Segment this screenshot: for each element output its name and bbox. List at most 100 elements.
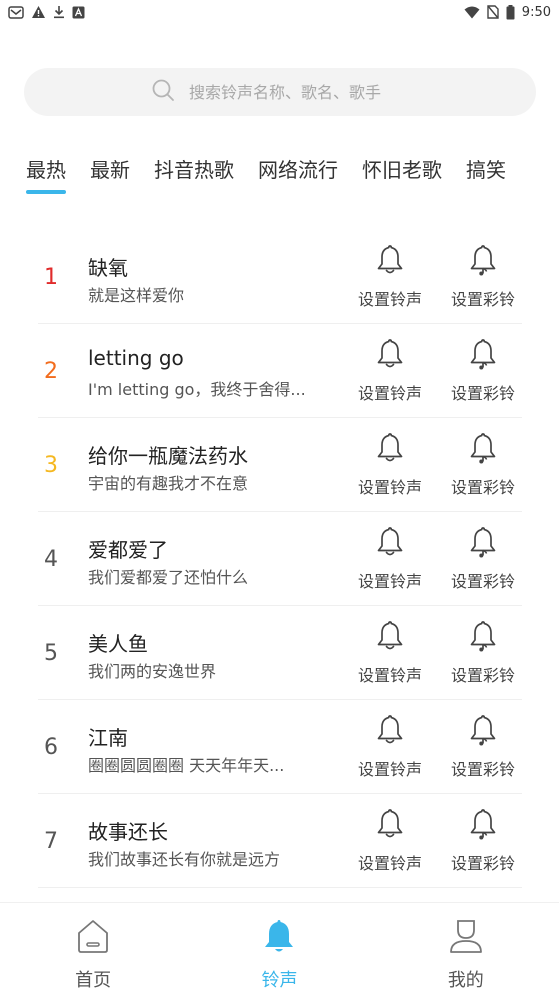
set-ringtone-label: 设置铃声 [357,384,422,403]
search-bar[interactable] [24,68,536,116]
music-bell-icon [468,620,498,656]
bell-icon [375,620,405,656]
bell-icon [375,526,405,562]
rank-number: 7 [44,828,58,854]
rank-number: 3 [44,452,58,478]
set-crbt-button[interactable]: 设置彩铃 [443,620,523,686]
set-crbt-label: 设置彩铃 [450,572,515,591]
no-sim-icon [487,5,499,19]
app-icon [72,6,85,19]
bell-icon [375,338,405,374]
song-lyric: 我们两的安逸世界 [88,662,217,681]
set-crbt-label: 设置彩铃 [450,760,515,779]
bell-icon [375,714,405,750]
set-crbt-button[interactable]: 设置彩铃 [443,808,523,874]
set-ringtone-label: 设置铃声 [357,854,422,873]
set-crbt-label: 设置彩铃 [450,290,515,309]
user-icon [447,917,485,960]
category-tabs: 最热 最新 抖音热歌 网络流行 怀旧老歌 搞笑 [26,152,559,202]
status-right: 9:50 [464,4,551,20]
song-title: 缺氧 [88,256,128,280]
set-ringtone-label: 设置铃声 [357,666,422,685]
rank-number: 4 [44,546,58,572]
music-bell-icon [468,244,498,280]
tab-funny[interactable]: 搞笑 [466,152,506,198]
list-item[interactable]: 1 缺氧就是这样爱你 设置铃声 设置彩铃 [38,230,522,324]
set-ringtone-button[interactable]: 设置铃声 [350,244,430,310]
set-crbt-button[interactable]: 设置彩铃 [443,714,523,780]
set-ringtone-label: 设置铃声 [357,572,422,591]
song-lyric: 圈圈圆圆圈圈 天天年年天... [88,756,285,775]
set-ringtone-button[interactable]: 设置铃声 [350,714,430,780]
set-crbt-button[interactable]: 设置彩铃 [443,526,523,592]
nav-home-label: 首页 [75,970,112,991]
music-bell-icon [468,526,498,562]
song-title: 江南 [88,726,128,750]
song-title: 故事还长 [88,820,168,844]
song-lyric: 宇宙的有趣我才不在意 [88,474,249,493]
status-left [8,5,85,19]
wifi-icon [464,6,480,19]
song-title: letting go [88,346,184,370]
set-ringtone-label: 设置铃声 [357,478,422,497]
music-bell-icon [468,808,498,844]
set-crbt-button[interactable]: 设置彩铃 [443,338,523,404]
music-bell-icon [468,432,498,468]
app-screen: 9:50 最热 最新 抖音热歌 网络流行 怀旧老歌 搞笑 1缺氧就是这样爱你设置… [0,0,559,995]
nav-mine-label: 我的 [447,970,484,991]
battery-icon [506,4,515,20]
bell-icon [375,808,405,844]
list-item[interactable]: 5 美人鱼我们两的安逸世界 设置铃声 设置彩铃 [38,606,522,700]
status-bar: 9:50 [0,0,559,24]
set-crbt-label: 设置彩铃 [450,854,515,873]
song-lyric: 我们故事还长有你就是远方 [88,850,281,869]
tab-douyin-hits[interactable]: 抖音热歌 [154,152,234,198]
set-crbt-button[interactable]: 设置彩铃 [443,432,523,498]
song-lyric: 就是这样爱你 [88,286,185,305]
tab-newest[interactable]: 最新 [90,152,130,198]
tab-nostalgic[interactable]: 怀旧老歌 [362,152,442,198]
bell-icon [260,917,298,960]
download-icon [53,5,65,19]
tab-internet-popular[interactable]: 网络流行 [258,152,338,198]
warning-icon [31,5,46,19]
set-ringtone-button[interactable]: 设置铃声 [350,808,430,874]
ringtone-list: 1 缺氧 就是这样爱你 设置铃声 设置彩铃 2 letting go I'm letting … [38,230,522,888]
set-crbt-button[interactable]: 设置彩铃 [443,244,523,310]
tab-hottest[interactable]: 最热 [26,152,66,198]
mail-icon [8,5,24,19]
search-input[interactable] [189,82,409,102]
song-title: 爱都爱了 [88,538,168,562]
song-lyric: 我们爱都爱了还怕什么 [88,568,249,587]
home-icon [74,917,112,960]
set-ringtone-button[interactable]: 设置铃声 [350,620,430,686]
song-title: 美人鱼 [88,632,148,656]
rank-number: 5 [44,640,58,666]
list-item[interactable]: 3 给你一瓶魔法药水宇宙的有趣我才不在意 设置铃声 设置彩铃 [38,418,522,512]
set-ringtone-label: 设置铃声 [357,760,422,779]
nav-ringtones-label: 铃声 [261,970,298,991]
set-ringtone-label: 设置铃声 [357,290,422,309]
bell-icon [375,432,405,468]
list-item[interactable]: 4 爱都爱了我们爱都爱了还怕什么 设置铃声 设置彩铃 [38,512,522,606]
song-lyric: I'm letting go，我终于舍得... [88,380,306,399]
bottom-nav: 首页 铃声 我的 [0,902,559,995]
music-bell-icon [468,338,498,374]
list-item[interactable]: 7 故事还长我们故事还长有你就是远方 设置铃声 设置彩铃 [38,794,522,888]
set-crbt-label: 设置彩铃 [450,666,515,685]
set-ringtone-button[interactable]: 设置铃声 [350,526,430,592]
set-ringtone-button[interactable]: 设置铃声 [350,432,430,498]
nav-ringtones[interactable]: 铃声 [186,903,372,995]
list-item[interactable]: 2 letting go I'm letting go，我终于舍得... 设置铃声 设置… [38,324,522,418]
list-item[interactable]: 6 江南 圈圈圆圆圈圈 天天年年天... 设置铃声 设置彩铃 [38,700,522,794]
set-ringtone-button[interactable]: 设置铃声 [350,338,430,404]
rank-number: 1 [44,264,58,290]
song-title: 给你一瓶魔法药水 [88,444,248,468]
music-bell-icon [468,714,498,750]
status-time: 9:50 [521,4,551,20]
set-crbt-label: 设置彩铃 [450,478,515,497]
set-crbt-label: 设置彩铃 [450,384,515,403]
nav-mine[interactable]: 我的 [373,903,559,995]
nav-home[interactable]: 首页 [0,903,186,995]
bell-icon [375,244,405,280]
